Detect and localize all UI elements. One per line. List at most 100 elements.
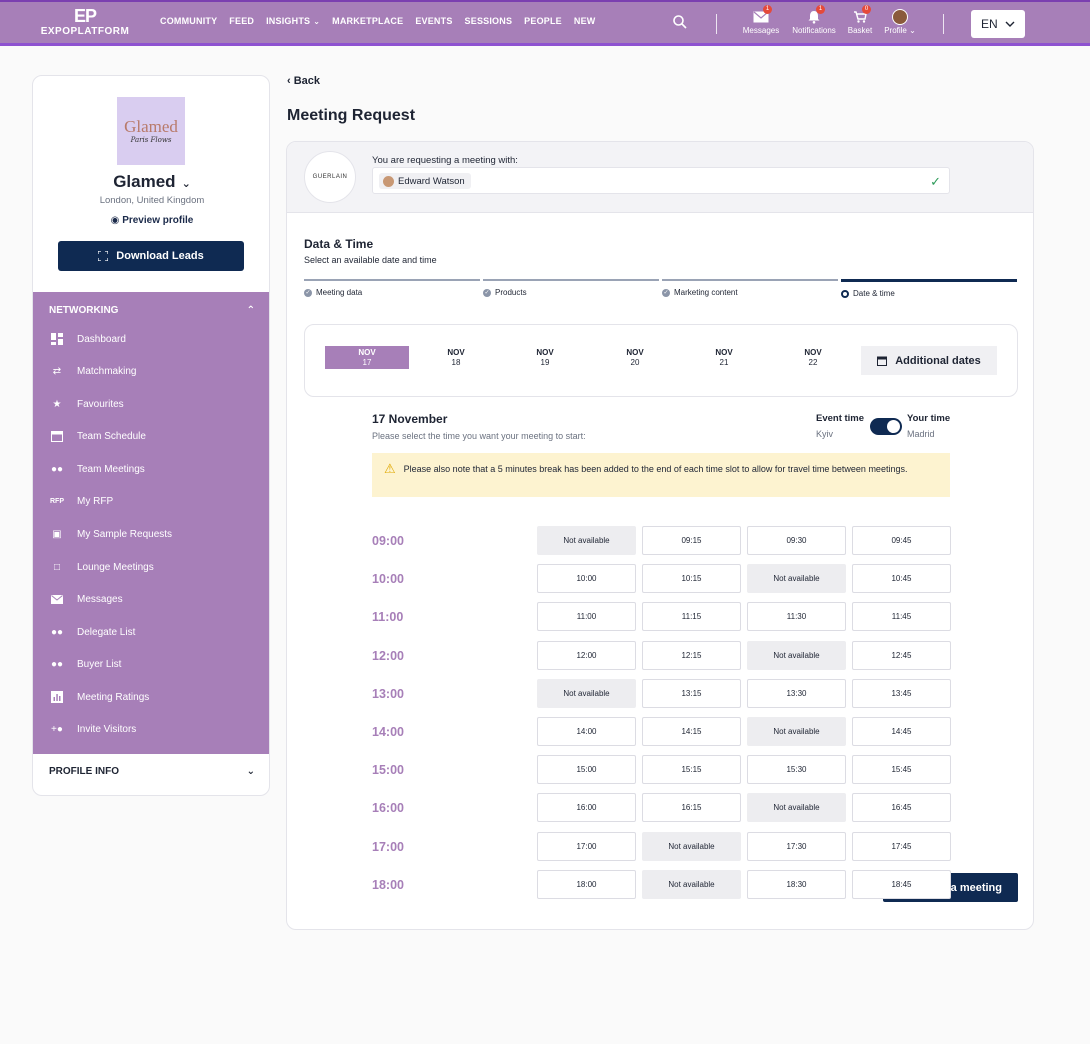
nav-community[interactable]: COMMUNITY: [160, 16, 217, 26]
date-nov-20[interactable]: NOV 20: [593, 346, 677, 369]
nav-insights[interactable]: INSIGHTS ⌄: [266, 16, 320, 26]
time-slot-button[interactable]: 11:45: [852, 602, 951, 632]
time-slot-button[interactable]: 14:00: [537, 717, 636, 746]
sidebar-item-matchmaking[interactable]: ⇄ Matchmaking: [49, 364, 137, 378]
sidebar-item-team-schedule[interactable]: Team Schedule: [49, 429, 146, 443]
nav-profile[interactable]: Profile ⌄: [882, 8, 918, 35]
time-slot-unavailable: Not available: [537, 526, 636, 555]
language-select[interactable]: EN: [971, 10, 1025, 38]
time-slot-unavailable: Not available: [747, 717, 846, 746]
download-leads-button[interactable]: Download Leads: [58, 241, 244, 271]
time-slot-button[interactable]: 14:45: [852, 717, 951, 746]
sidebar-item-my-sample-requests[interactable]: ▣ My Sample Requests: [49, 527, 172, 541]
time-slot-button[interactable]: 13:30: [747, 678, 846, 708]
time-slot-button[interactable]: 11:30: [747, 602, 846, 632]
time-slot-button[interactable]: 09:15: [642, 526, 741, 555]
additional-dates-button[interactable]: Additional dates: [861, 346, 997, 375]
nav-events[interactable]: EVENTS: [415, 16, 452, 26]
nav-feed[interactable]: FEED: [229, 16, 254, 26]
time-slot-button[interactable]: 11:00: [537, 602, 636, 632]
time-slot-button[interactable]: 15:30: [747, 755, 846, 785]
time-slot-button[interactable]: 13:45: [852, 678, 951, 708]
download-leads-label: Download Leads: [116, 250, 204, 262]
time-slot-button[interactable]: 12:45: [852, 640, 951, 670]
sidebar-item-dashboard[interactable]: Dashboard: [49, 332, 126, 346]
slot-hour-label: 12:00: [372, 648, 404, 663]
search-icon[interactable]: [672, 14, 688, 30]
step-products[interactable]: ✓ Products: [483, 279, 659, 297]
messages-badge: 1: [763, 5, 772, 14]
time-slot-button[interactable]: 10:45: [852, 564, 951, 594]
time-slot-button[interactable]: 14:15: [642, 717, 741, 746]
time-slot-unavailable: Not available: [642, 831, 741, 861]
scan-icon: [98, 251, 109, 261]
time-slot-button[interactable]: 09:30: [747, 526, 846, 555]
timezone-toggle[interactable]: [870, 418, 902, 435]
time-slot-button[interactable]: 15:00: [537, 755, 636, 785]
time-slot-button[interactable]: 10:00: [537, 564, 636, 594]
time-slot-button[interactable]: 12:15: [642, 640, 741, 670]
nav-sessions[interactable]: SESSIONS: [465, 16, 513, 26]
step-date-time[interactable]: Date & time: [841, 279, 1017, 298]
back-link[interactable]: ‹ Back: [287, 75, 320, 87]
company-name-dropdown[interactable]: Glamed ⌄: [33, 172, 269, 192]
time-slot-button[interactable]: 18:30: [747, 869, 846, 899]
expoplatform-logo[interactable]: EP EXPOPLATFORM: [40, 6, 130, 38]
time-slot-button[interactable]: 10:15: [642, 564, 741, 594]
sidebar-item-team-meetings[interactable]: ●● Team Meetings: [49, 462, 145, 476]
additional-dates-label: Additional dates: [895, 354, 981, 367]
time-slot-row: 18:00 18:00 Not available 18:30 18:45: [372, 869, 951, 900]
date-nov-22[interactable]: NOV 22: [771, 346, 855, 369]
people-icon: ●●: [50, 658, 64, 670]
time-slot-button[interactable]: 18:45: [852, 869, 951, 899]
brand-logo: GUERLAIN: [304, 151, 356, 203]
date-nov-18[interactable]: NOV 18: [414, 346, 498, 369]
attendee-name: Edward Watson: [398, 175, 465, 187]
preview-profile-link[interactable]: ◉ Preview profile: [33, 215, 269, 226]
step-bar: [662, 279, 838, 281]
sidebar-item-buyer-list[interactable]: ●● Buyer List: [49, 657, 122, 671]
step-marketing-content[interactable]: ✓ Marketing content: [662, 279, 838, 297]
profile-info-toggle[interactable]: PROFILE INFO ⌄: [49, 766, 255, 777]
time-slot-button[interactable]: 17:45: [852, 831, 951, 861]
chevron-down-icon: ⌄: [246, 766, 255, 777]
nav-marketplace[interactable]: MARKETPLACE: [332, 16, 403, 26]
time-slot-button[interactable]: 11:15: [642, 602, 741, 632]
sidebar-item-favourites[interactable]: ★ Favourites: [49, 397, 124, 411]
time-slot-button[interactable]: 17:30: [747, 831, 846, 861]
nav-basket[interactable]: 0 Basket: [846, 5, 874, 35]
sidebar-item-delegate-list[interactable]: ●● Delegate List: [49, 625, 135, 639]
nav-notifications[interactable]: 1 Notifications: [788, 5, 840, 35]
meeting-request-card: GUERLAIN You are requesting a meeting wi…: [286, 141, 1034, 930]
check-circle-icon: ✓: [483, 288, 491, 297]
time-slot-button[interactable]: 15:15: [642, 755, 741, 785]
step-meeting-data[interactable]: ✓ Meeting data: [304, 279, 480, 297]
time-slot-button[interactable]: 12:00: [537, 640, 636, 670]
attendee-field[interactable]: Edward Watson ✓: [372, 167, 950, 194]
your-time-city: Madrid: [907, 429, 935, 439]
time-slot-button[interactable]: 16:00: [537, 793, 636, 823]
time-slot-button[interactable]: 13:15: [642, 678, 741, 708]
time-slot-button[interactable]: 18:00: [537, 869, 636, 899]
nav-messages[interactable]: 1 Messages: [741, 5, 781, 35]
sidebar-item-invite-visitors[interactable]: +● Invite Visitors: [49, 722, 136, 736]
date-nov-19[interactable]: NOV 19: [503, 346, 587, 369]
time-slot-unavailable: Not available: [537, 678, 636, 708]
nav-new[interactable]: NEW: [574, 16, 596, 26]
time-slot-button[interactable]: 09:45: [852, 526, 951, 555]
time-slot-button[interactable]: 15:45: [852, 755, 951, 785]
sidebar-item-messages[interactable]: Messages: [49, 592, 123, 606]
sidebar-item-my-rfp[interactable]: RFP My RFP: [49, 494, 113, 508]
networking-section-toggle[interactable]: NETWORKING ⌃: [49, 305, 255, 316]
chevron-down-icon: ⌄: [313, 17, 321, 26]
invite-icon: +●: [51, 723, 63, 735]
time-slot-unavailable: Not available: [747, 793, 846, 823]
nav-people[interactable]: PEOPLE: [524, 16, 562, 26]
time-slot-button[interactable]: 17:00: [537, 831, 636, 861]
time-slot-button[interactable]: 16:15: [642, 793, 741, 823]
date-nov-21[interactable]: NOV 21: [682, 346, 766, 369]
date-nov-17[interactable]: NOV 17: [325, 346, 409, 369]
time-slot-button[interactable]: 16:45: [852, 793, 951, 823]
sidebar-item-meeting-ratings[interactable]: Meeting Ratings: [49, 690, 149, 704]
sidebar-item-lounge-meetings[interactable]: □ Lounge Meetings: [49, 560, 154, 574]
